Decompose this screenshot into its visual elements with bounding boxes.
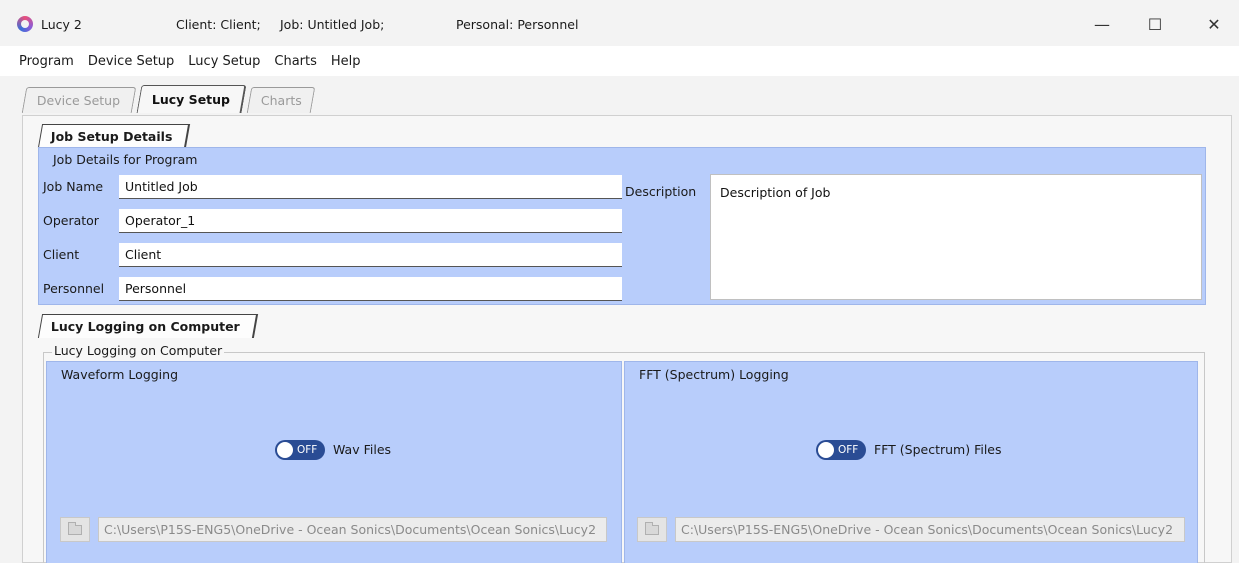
fft-toggle-state: OFF	[838, 444, 859, 456]
operator-label: Operator	[43, 213, 99, 228]
wav-path-field[interactable]: C:\Users\P15S-ENG5\OneDrive - Ocean Soni…	[98, 517, 607, 542]
menu-charts[interactable]: Charts	[267, 54, 324, 69]
menu-help[interactable]: Help	[324, 54, 368, 69]
tab-lucy-logging[interactable]: Lucy Logging on Computer	[37, 314, 258, 338]
tab-device-setup[interactable]: Device Setup	[21, 87, 137, 113]
wav-path-text: C:\Users\P15S-ENG5\OneDrive - Ocean Soni…	[104, 522, 597, 537]
wav-toggle-state: OFF	[297, 444, 318, 456]
menu-lucy-setup[interactable]: Lucy Setup	[181, 54, 267, 69]
fft-folder-button[interactable]	[637, 517, 667, 542]
maximize-icon: ☐	[1147, 14, 1163, 34]
wav-files-toggle[interactable]: OFF	[275, 440, 325, 460]
job-name-input[interactable]	[119, 175, 622, 199]
client-input[interactable]	[119, 243, 622, 267]
close-icon: ✕	[1207, 14, 1221, 34]
wav-folder-button[interactable]	[60, 517, 90, 542]
app-title: Lucy 2	[41, 17, 82, 32]
personal-status: Personal: Personnel	[456, 17, 579, 32]
tab-job-setup-details-label: Job Setup Details	[50, 129, 173, 144]
wav-files-label: Wav Files	[333, 442, 392, 457]
toggle-knob	[818, 442, 834, 458]
job-status: Job: Untitled Job;	[280, 17, 385, 32]
tab-lucy-logging-label: Lucy Logging on Computer	[50, 319, 240, 334]
tab-job-setup-details[interactable]: Job Setup Details	[37, 124, 191, 148]
personnel-label: Personnel	[43, 281, 105, 296]
job-details-panel: Job Details for Program Job Name Operato…	[38, 147, 1206, 305]
tab-lucy-setup-label: Lucy Setup	[151, 92, 230, 107]
job-details-title: Job Details for Program	[53, 152, 198, 167]
description-textarea[interactable]: Description of Job	[710, 174, 1202, 300]
fft-path-field[interactable]: C:\Users\P15S-ENG5\OneDrive - Ocean Soni…	[675, 517, 1185, 542]
operator-input[interactable]	[119, 209, 622, 233]
maximize-button[interactable]: ☐	[1132, 8, 1178, 40]
waveform-logging-panel: Waveform Logging OFF Wav Files C:\Users\…	[46, 361, 622, 563]
folder-icon	[68, 521, 82, 535]
fft-path-text: C:\Users\P15S-ENG5\OneDrive - Ocean Soni…	[681, 522, 1174, 537]
fft-files-label: FFT (Spectrum) Files	[874, 442, 1002, 457]
folder-icon	[645, 521, 659, 535]
tab-charts-label: Charts	[260, 93, 302, 108]
app-logo-icon	[17, 16, 33, 32]
minimize-button[interactable]: —	[1079, 8, 1125, 40]
personnel-input[interactable]	[119, 277, 622, 301]
tab-charts[interactable]: Charts	[246, 87, 316, 113]
title-bar: Lucy 2 Client: Client; Job: Untitled Job…	[0, 0, 1239, 46]
menu-bar: Program Device Setup Lucy Setup Charts H…	[0, 46, 1239, 76]
client-label: Client	[43, 247, 80, 262]
waveform-logging-title: Waveform Logging	[61, 367, 179, 382]
client-status: Client: Client;	[176, 17, 261, 32]
fft-files-toggle[interactable]: OFF	[816, 440, 866, 460]
tab-device-setup-label: Device Setup	[37, 93, 121, 108]
tab-lucy-setup[interactable]: Lucy Setup	[136, 85, 247, 113]
fft-logging-panel: FFT (Spectrum) Logging OFF FFT (Spectrum…	[624, 361, 1198, 563]
toggle-knob	[277, 442, 293, 458]
description-label: Description	[625, 184, 697, 199]
menu-device-setup[interactable]: Device Setup	[81, 54, 181, 69]
close-button[interactable]: ✕	[1191, 8, 1237, 40]
menu-program[interactable]: Program	[12, 54, 81, 69]
main-tab-strip: Device Setup Lucy Setup Charts	[0, 76, 1239, 116]
job-name-label: Job Name	[43, 179, 104, 194]
minimize-icon: —	[1094, 14, 1110, 34]
logging-group-title: Lucy Logging on Computer	[52, 343, 225, 358]
fft-logging-title: FFT (Spectrum) Logging	[639, 367, 789, 382]
